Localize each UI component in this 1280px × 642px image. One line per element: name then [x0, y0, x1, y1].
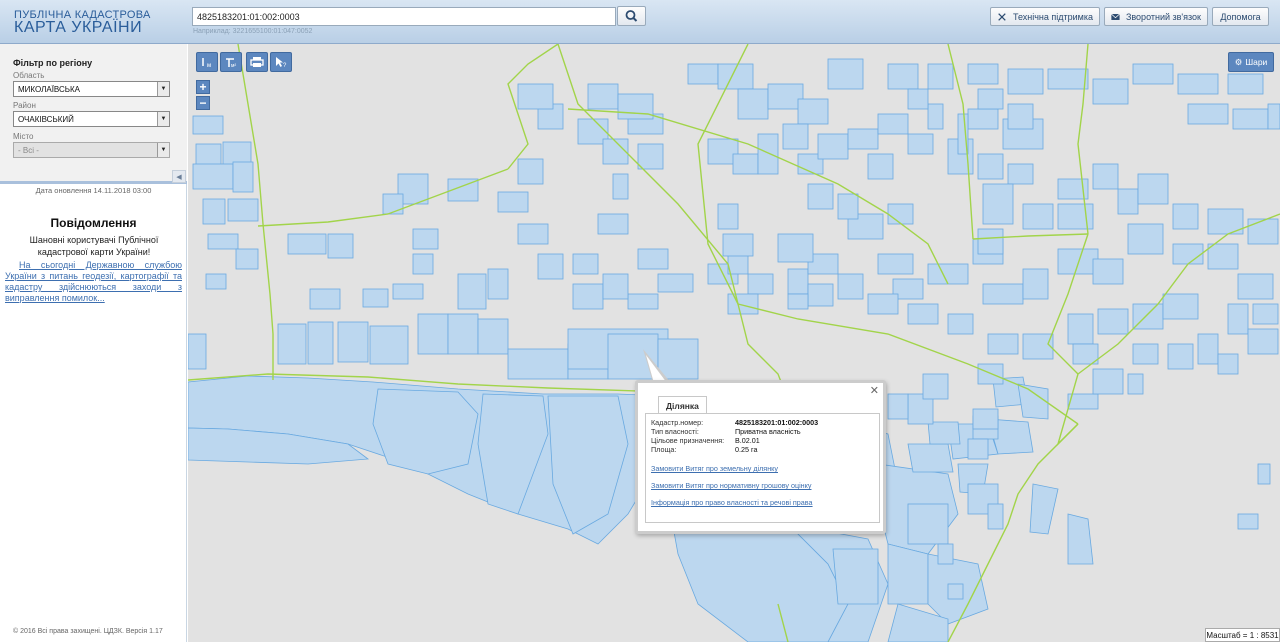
- print-button[interactable]: [246, 52, 268, 72]
- map-layer: 2018 © nn.SLCC: [188, 44, 1280, 642]
- help-button[interactable]: Допомога: [1212, 7, 1269, 26]
- zoom-out-button[interactable]: −: [196, 96, 210, 110]
- help-label: Допомога: [1220, 11, 1261, 22]
- oblast-label: Область: [13, 71, 45, 80]
- city-label: Місто: [13, 132, 34, 141]
- notice-title: Повідомлення: [50, 216, 137, 230]
- ownership-info-link[interactable]: Інформація про право власності та речові…: [651, 498, 813, 507]
- update-date: Дата оновлення 14.11.2018 03:00: [35, 186, 152, 195]
- tools-icon: [998, 12, 1006, 21]
- layers-button[interactable]: ⚙ Шари: [1228, 52, 1274, 72]
- cadastral-number-value: 4825183201:01:002:0003: [735, 418, 819, 427]
- scale-indicator: Масштаб = 1 : 8531: [1205, 628, 1280, 642]
- collapse-sidebar-button[interactable]: ◀: [172, 170, 186, 183]
- svg-text:м²: м²: [231, 63, 236, 68]
- search-hint: Наприклад: 3221655100:01:047:0052: [193, 28, 313, 35]
- parcel-popup: ✕ Ділянка Кадастр.номер: 4825183201:01:0…: [635, 380, 886, 534]
- oblast-select[interactable]: МИКОЛАЇВСЬКА ▼: [13, 81, 170, 97]
- rayon-select[interactable]: ОЧАКІВСЬКИЙ ▼: [13, 111, 170, 127]
- map-canvas[interactable]: 2018 © nn.SLCC: [188, 44, 1280, 642]
- search-icon: [625, 10, 638, 22]
- print-icon: [250, 57, 264, 67]
- header-bar: ПУБЛІЧНА КАДАСТРОВА КАРТА УКРАЇНИ Наприк…: [0, 0, 1280, 44]
- area-ruler-icon: м²: [226, 58, 236, 68]
- order-valuation-link[interactable]: Замовити Витяг про нормативну грошову оц…: [651, 481, 811, 490]
- ownership-type-value: Приватна власність: [735, 427, 801, 436]
- region-filter-panel: Фільтр по регіону Область МИКОЛАЇВСЬКА ▼…: [0, 44, 187, 184]
- logo-line2[interactable]: КАРТА УКРАЇНИ: [14, 19, 142, 37]
- chevron-down-icon[interactable]: ▼: [157, 112, 169, 126]
- area-value: 0.25 га: [735, 445, 758, 454]
- measure-length-button[interactable]: м: [196, 52, 218, 72]
- popup-pointer: [643, 349, 671, 383]
- filter-title: Фільтр по регіону: [13, 58, 93, 68]
- search-input[interactable]: [192, 7, 616, 26]
- area-label: Площа:: [651, 445, 677, 454]
- svg-text:м: м: [207, 63, 211, 68]
- city-value: - Всі -: [18, 146, 39, 155]
- support-label: Технічна підтримка: [1012, 11, 1093, 22]
- notice-text: Шановні користувачі Публічної кадастрово…: [29, 235, 159, 257]
- popup-body: Кадастр.номер: 4825183201:01:002:0003 Ти…: [645, 413, 880, 523]
- sidebar: Фільтр по регіону Область МИКОЛАЇВСЬКА ▼…: [0, 44, 187, 642]
- feedback-label: Зворотний зв'язок: [1125, 11, 1201, 22]
- copyright: © 2016 Всі права захищені. ЦДЗК. Версія …: [13, 628, 163, 635]
- oblast-value: МИКОЛАЇВСЬКА: [18, 85, 81, 94]
- notice-link[interactable]: На сьогодні Державною службою України з …: [5, 260, 182, 304]
- ruler-icon: м: [202, 58, 211, 68]
- svg-text:?: ?: [283, 63, 287, 68]
- feedback-button[interactable]: Зворотний зв'язок: [1104, 7, 1208, 26]
- identify-button[interactable]: ?: [270, 52, 292, 72]
- order-extract-link[interactable]: Замовити Витяг про земельну ділянку: [651, 464, 778, 473]
- close-icon[interactable]: ✕: [870, 384, 879, 397]
- rayon-label: Район: [13, 101, 36, 110]
- tab-parcel[interactable]: Ділянка: [658, 396, 707, 414]
- search-button[interactable]: [617, 6, 646, 26]
- measure-area-button[interactable]: м²: [220, 52, 242, 72]
- chevron-down-icon[interactable]: ▼: [157, 82, 169, 96]
- cadastral-number-label: Кадастр.номер:: [651, 418, 704, 427]
- layers-label: Шари: [1245, 57, 1268, 67]
- zoom-in-button[interactable]: +: [196, 80, 210, 94]
- city-select[interactable]: - Всі - ▼: [13, 142, 170, 158]
- purpose-label: Цільове призначення:: [651, 436, 725, 445]
- cursor-question-icon: ?: [276, 57, 287, 68]
- support-button[interactable]: Технічна підтримка: [990, 7, 1100, 26]
- rayon-value: ОЧАКІВСЬКИЙ: [18, 115, 74, 124]
- ownership-type-label: Тип власності:: [651, 427, 699, 436]
- chevron-down-icon: ▼: [157, 143, 169, 157]
- purpose-value: В.02.01: [735, 436, 760, 445]
- gear-icon: ⚙: [1234, 56, 1243, 67]
- envelope-icon: [1111, 13, 1120, 20]
